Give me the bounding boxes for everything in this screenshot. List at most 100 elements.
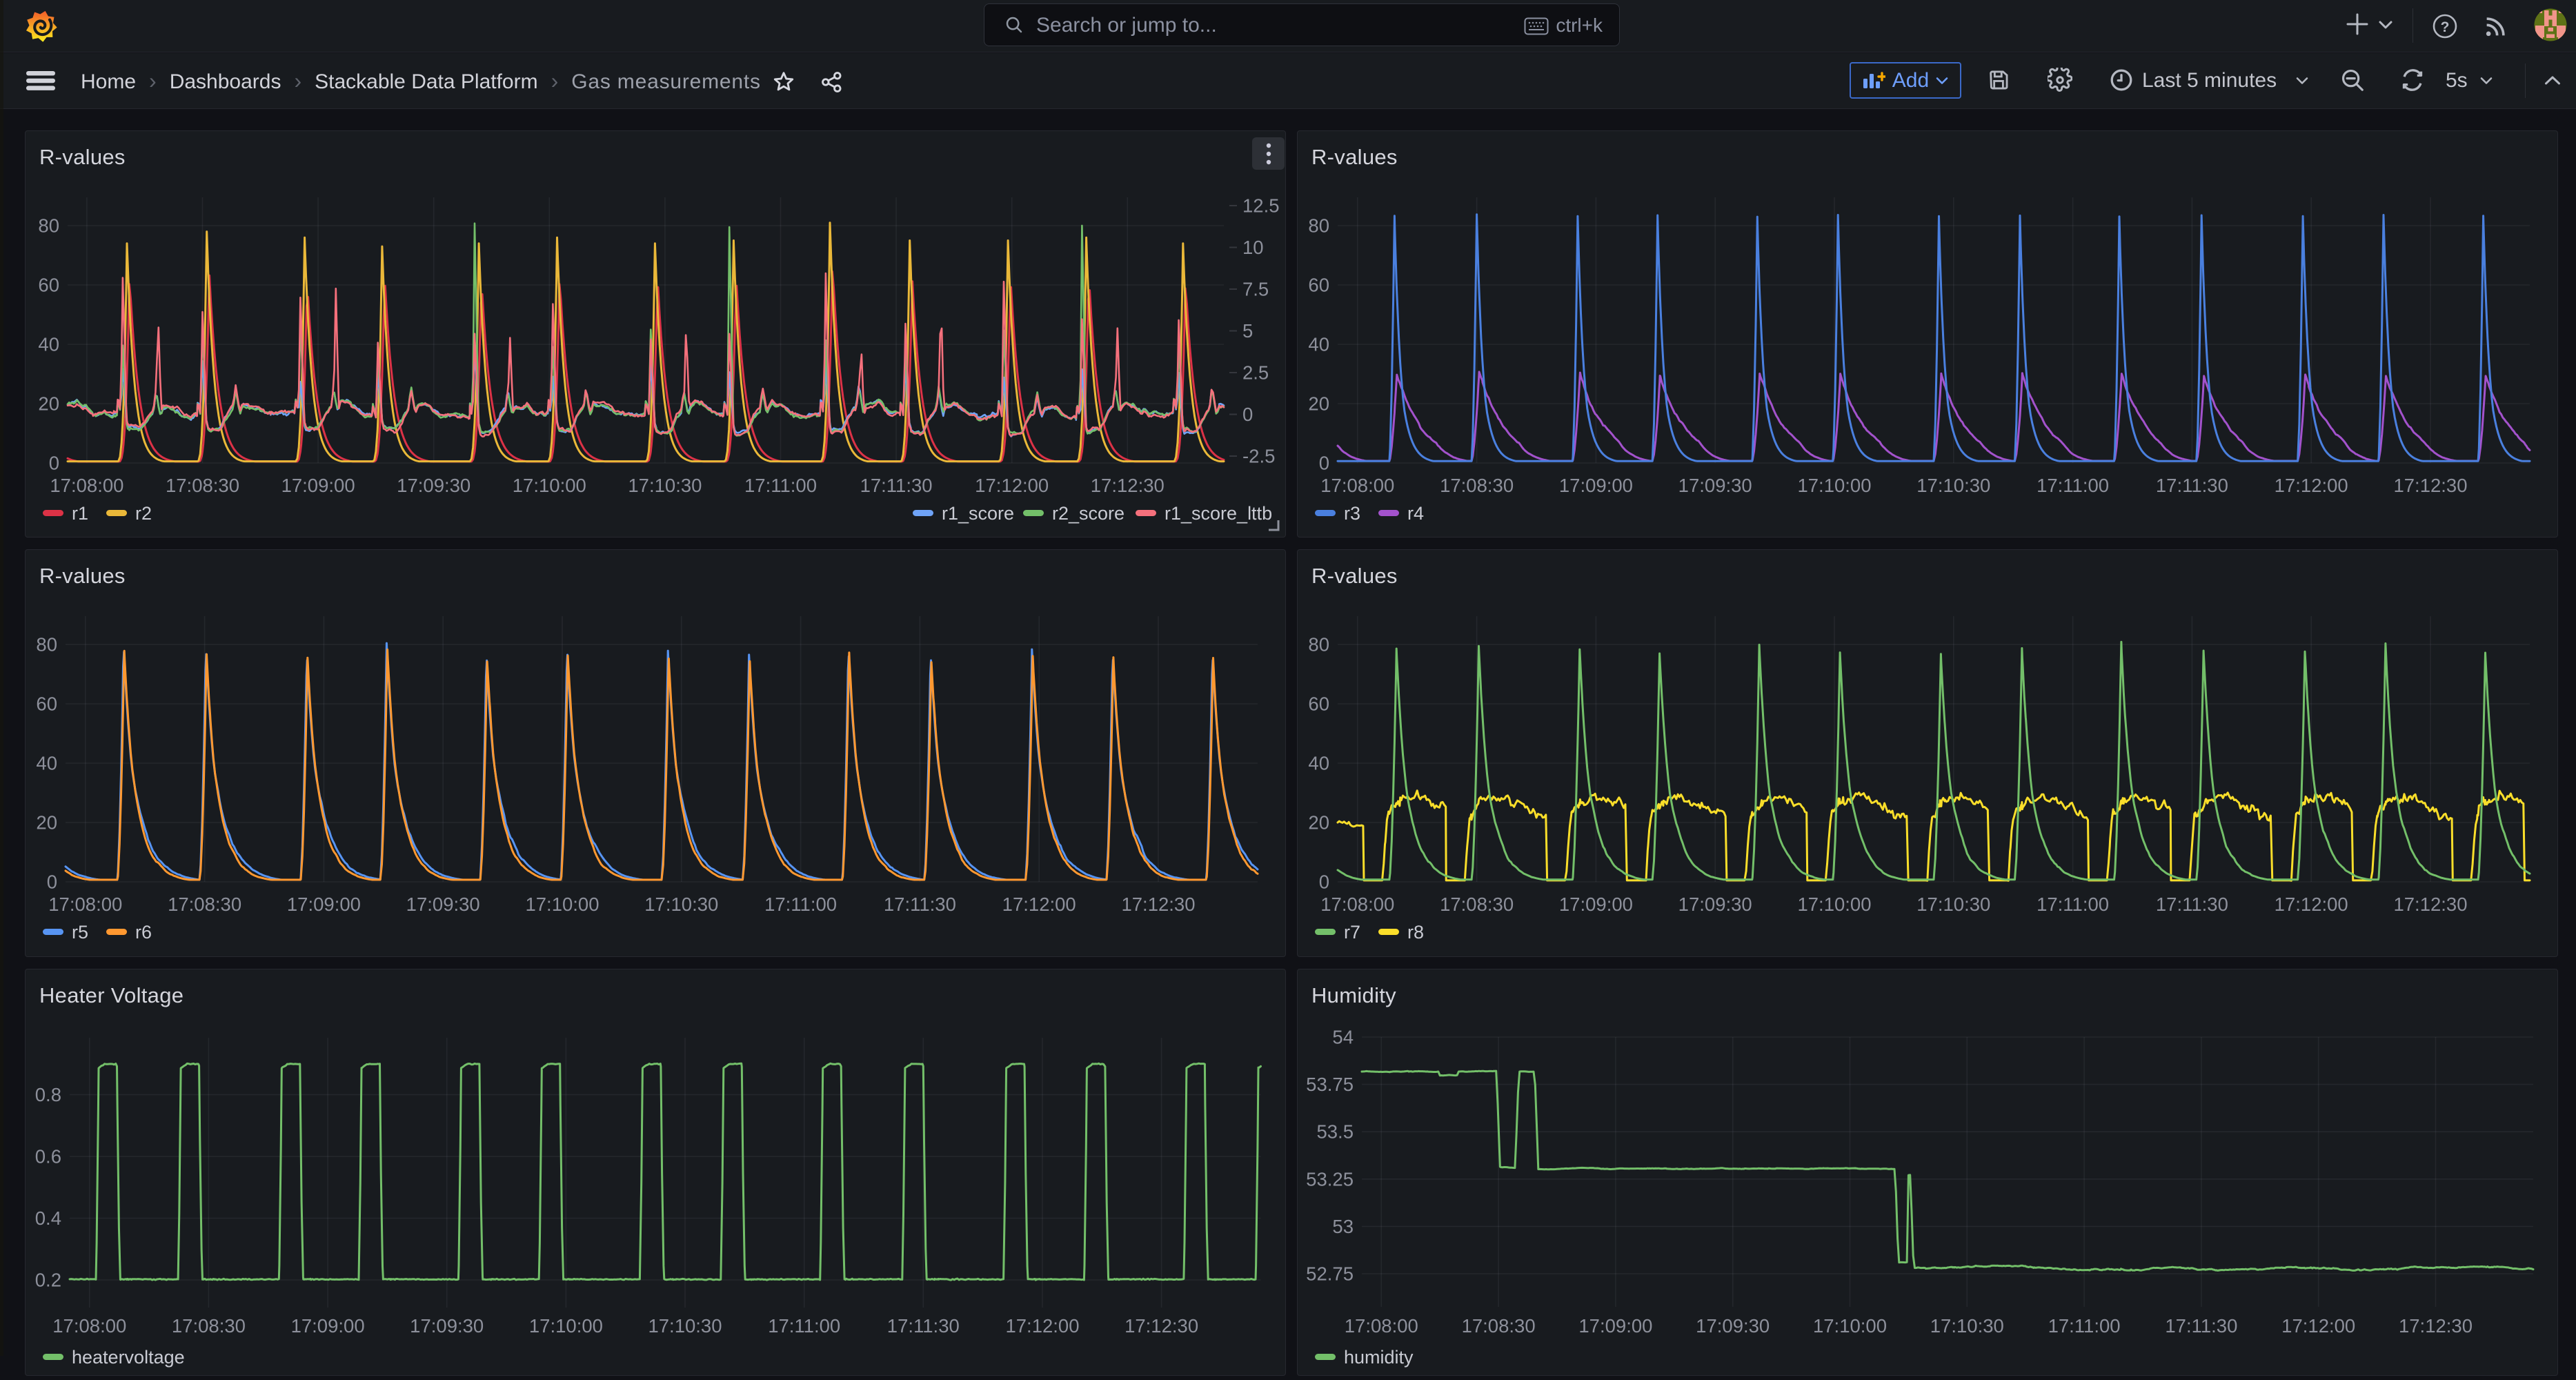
svg-text:53.75: 53.75 xyxy=(1306,1074,1354,1095)
svg-text:17:11:00: 17:11:00 xyxy=(2048,1315,2121,1337)
svg-text:0: 0 xyxy=(1242,404,1253,425)
svg-text:17:10:00: 17:10:00 xyxy=(525,894,599,915)
svg-text:17:08:30: 17:08:30 xyxy=(1440,475,1514,496)
svg-text:5: 5 xyxy=(1242,320,1253,342)
svg-text:20: 20 xyxy=(36,812,57,834)
svg-text:17:09:30: 17:09:30 xyxy=(1678,475,1752,496)
svg-text:17:09:00: 17:09:00 xyxy=(1559,475,1633,496)
svg-text:17:08:00: 17:08:00 xyxy=(1320,475,1394,496)
svg-text:r7: r7 xyxy=(1344,922,1360,943)
svg-text:R-values: R-values xyxy=(1311,564,1398,588)
svg-text:17:10:30: 17:10:30 xyxy=(1916,475,1990,496)
svg-text:80: 80 xyxy=(1308,215,1329,237)
svg-text:r5: r5 xyxy=(72,922,88,943)
svg-text:17:09:00: 17:09:00 xyxy=(1578,1315,1652,1337)
svg-text:r1_score_lttb: r1_score_lttb xyxy=(1165,503,1272,524)
svg-text:53.25: 53.25 xyxy=(1306,1168,1354,1190)
svg-text:17:08:30: 17:08:30 xyxy=(172,1315,246,1337)
svg-text:17:12:30: 17:12:30 xyxy=(2399,1315,2473,1337)
svg-text:17:11:00: 17:11:00 xyxy=(764,894,837,915)
svg-text:10: 10 xyxy=(1242,237,1264,258)
svg-text:17:12:00: 17:12:00 xyxy=(2275,894,2348,915)
svg-text:0: 0 xyxy=(47,871,57,893)
svg-text:r1: r1 xyxy=(72,503,88,524)
svg-text:80: 80 xyxy=(36,634,57,656)
svg-text:17:12:30: 17:12:30 xyxy=(2393,475,2467,496)
svg-text:17:09:30: 17:09:30 xyxy=(1696,1315,1770,1337)
svg-text:52.75: 52.75 xyxy=(1306,1263,1354,1285)
svg-text:17:11:30: 17:11:30 xyxy=(884,894,956,915)
svg-text:R-values: R-values xyxy=(1311,145,1398,169)
svg-text:0: 0 xyxy=(49,453,59,474)
svg-text:17:08:00: 17:08:00 xyxy=(52,1315,126,1337)
svg-text:r3: r3 xyxy=(1344,503,1360,524)
svg-text:Humidity: Humidity xyxy=(1311,983,1396,1007)
svg-text:60: 60 xyxy=(1308,275,1329,296)
svg-text:17:10:30: 17:10:30 xyxy=(648,1315,722,1337)
svg-text:r1_score: r1_score xyxy=(942,503,1014,524)
svg-text:17:08:30: 17:08:30 xyxy=(1440,894,1514,915)
svg-text:0.8: 0.8 xyxy=(35,1084,61,1105)
svg-text:17:10:00: 17:10:00 xyxy=(1813,1315,1887,1337)
svg-text:17:10:30: 17:10:30 xyxy=(1916,894,1990,915)
svg-text:0: 0 xyxy=(1319,453,1329,474)
svg-text:r2: r2 xyxy=(135,503,152,524)
svg-text:17:11:00: 17:11:00 xyxy=(2037,894,2109,915)
svg-text:17:09:30: 17:09:30 xyxy=(1678,894,1752,915)
svg-text:54: 54 xyxy=(1332,1027,1354,1048)
svg-text:17:08:30: 17:08:30 xyxy=(1462,1315,1536,1337)
svg-text:17:12:30: 17:12:30 xyxy=(1121,894,1195,915)
svg-text:0.4: 0.4 xyxy=(35,1208,61,1229)
svg-text:-2.5: -2.5 xyxy=(1242,446,1275,467)
svg-text:53: 53 xyxy=(1332,1216,1354,1237)
svg-text:40: 40 xyxy=(1308,753,1329,774)
svg-text:r2_score: r2_score xyxy=(1052,503,1124,524)
svg-text:20: 20 xyxy=(38,393,59,415)
svg-text:17:11:30: 17:11:30 xyxy=(2165,1315,2237,1337)
svg-text:17:09:00: 17:09:00 xyxy=(1559,894,1633,915)
svg-text:17:10:30: 17:10:30 xyxy=(1930,1315,2004,1337)
svg-text:17:08:00: 17:08:00 xyxy=(50,475,123,496)
svg-text:2.5: 2.5 xyxy=(1242,362,1269,384)
svg-text:20: 20 xyxy=(1308,393,1329,415)
svg-text:7.5: 7.5 xyxy=(1242,279,1269,300)
svg-text:53.5: 53.5 xyxy=(1316,1121,1354,1143)
svg-text:17:11:30: 17:11:30 xyxy=(860,475,933,496)
svg-text:60: 60 xyxy=(1308,693,1329,715)
svg-text:40: 40 xyxy=(38,334,59,355)
svg-text:60: 60 xyxy=(38,275,59,296)
svg-text:17:10:00: 17:10:00 xyxy=(529,1315,603,1337)
svg-text:80: 80 xyxy=(1308,634,1329,656)
svg-text:17:10:30: 17:10:30 xyxy=(628,475,702,496)
svg-text:17:09:00: 17:09:00 xyxy=(287,894,361,915)
svg-text:r4: r4 xyxy=(1407,503,1424,524)
svg-text:17:08:30: 17:08:30 xyxy=(166,475,239,496)
svg-text:17:11:00: 17:11:00 xyxy=(2037,475,2109,496)
svg-text:Heater Voltage: Heater Voltage xyxy=(39,983,184,1007)
svg-text:80: 80 xyxy=(38,215,59,237)
svg-text:?: ? xyxy=(2441,19,2450,35)
svg-text:17:10:00: 17:10:00 xyxy=(513,475,586,496)
svg-text:17:10:30: 17:10:30 xyxy=(644,894,718,915)
svg-text:17:08:00: 17:08:00 xyxy=(1345,1315,1418,1337)
svg-text:0: 0 xyxy=(1319,871,1329,893)
svg-text:17:09:30: 17:09:30 xyxy=(410,1315,484,1337)
svg-text:17:09:30: 17:09:30 xyxy=(397,475,470,496)
svg-text:20: 20 xyxy=(1308,812,1329,834)
svg-text:0.2: 0.2 xyxy=(35,1270,61,1291)
svg-text:heatervoltage: heatervoltage xyxy=(72,1347,185,1368)
svg-text:humidity: humidity xyxy=(1344,1347,1414,1368)
svg-text:17:12:30: 17:12:30 xyxy=(2393,894,2467,915)
svg-text:17:09:00: 17:09:00 xyxy=(291,1315,365,1337)
svg-text:17:12:00: 17:12:00 xyxy=(2281,1315,2355,1337)
svg-text:17:08:30: 17:08:30 xyxy=(168,894,241,915)
svg-text:17:09:00: 17:09:00 xyxy=(281,475,355,496)
svg-text:17:12:00: 17:12:00 xyxy=(2275,475,2348,496)
svg-text:r6: r6 xyxy=(135,922,152,943)
svg-text:17:11:00: 17:11:00 xyxy=(744,475,817,496)
svg-text:17:12:00: 17:12:00 xyxy=(975,475,1049,496)
svg-text:17:08:00: 17:08:00 xyxy=(1320,894,1394,915)
svg-text:17:11:30: 17:11:30 xyxy=(2156,894,2228,915)
svg-text:r8: r8 xyxy=(1407,922,1424,943)
svg-text:17:08:00: 17:08:00 xyxy=(48,894,122,915)
